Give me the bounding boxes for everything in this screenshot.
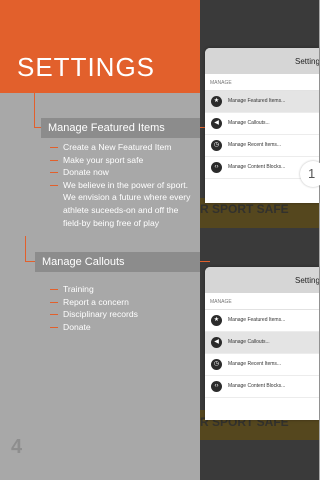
list-item: We believe in the power of sport. We env…	[50, 179, 198, 229]
panel-section-label: MANAGE	[205, 293, 319, 310]
menu-item-content-blocks[interactable]: ‹› Manage Content Blocks...	[205, 376, 319, 398]
menu-item-recent-items[interactable]: ◷ Manage Recent Items...	[205, 354, 319, 376]
settings-header: SETTINGS	[0, 0, 200, 93]
list-item: Donate	[50, 321, 198, 334]
settings-panel-bottom: Setting MANAGE ★ Manage Featured Items..…	[205, 267, 319, 420]
connector-line	[200, 261, 210, 262]
featured-items-list: Create a New Featured Item Make your spo…	[50, 141, 198, 229]
connector-line	[34, 93, 35, 128]
panel-title: Setting	[295, 276, 319, 285]
section-label-featured-items: Manage Featured Items	[41, 118, 200, 138]
connector-line	[25, 236, 26, 262]
menu-item-callouts[interactable]: ◀ Manage Callouts...	[205, 113, 319, 135]
panel-title: Setting	[295, 57, 319, 66]
page-number: 4	[11, 436, 23, 458]
list-item: Donate now	[50, 166, 198, 179]
page-title: SETTINGS	[17, 52, 156, 82]
list-item: Report a concern	[50, 296, 198, 309]
star-icon: ★	[211, 96, 222, 107]
panel-section-label: MANAGE	[205, 74, 319, 91]
list-item: Training	[50, 283, 198, 296]
clock-icon: ◷	[211, 359, 222, 370]
panel-header: Setting	[205, 48, 319, 74]
menu-item-featured-items[interactable]: ★ Manage Featured Items...	[205, 310, 319, 332]
megaphone-icon: ◀	[211, 337, 222, 348]
code-icon: ‹›	[211, 381, 222, 392]
list-item: Create a New Featured Item	[50, 141, 198, 154]
menu-item-callouts[interactable]: ◀ Manage Callouts...	[205, 332, 319, 354]
menu-item-featured-items[interactable]: ★ Manage Featured Items...	[205, 91, 319, 113]
code-icon: ‹›	[211, 162, 222, 173]
connector-line	[25, 261, 35, 262]
clock-icon: ◷	[211, 140, 222, 151]
menu-item-recent-items[interactable]: ◷ Manage Recent Items...	[205, 135, 319, 157]
megaphone-icon: ◀	[211, 118, 222, 129]
step-number-badge: 1	[300, 161, 320, 187]
section-label-callouts: Manage Callouts	[35, 252, 200, 272]
callouts-list: Training Report a concern Disciplinary r…	[50, 283, 198, 333]
list-item: Make your sport safe	[50, 154, 198, 167]
star-icon: ★	[211, 315, 222, 326]
panel-header: Setting	[205, 267, 319, 293]
background-banner-text: R SPORT SAFE	[200, 202, 289, 216]
list-item: Disciplinary records	[50, 308, 198, 321]
